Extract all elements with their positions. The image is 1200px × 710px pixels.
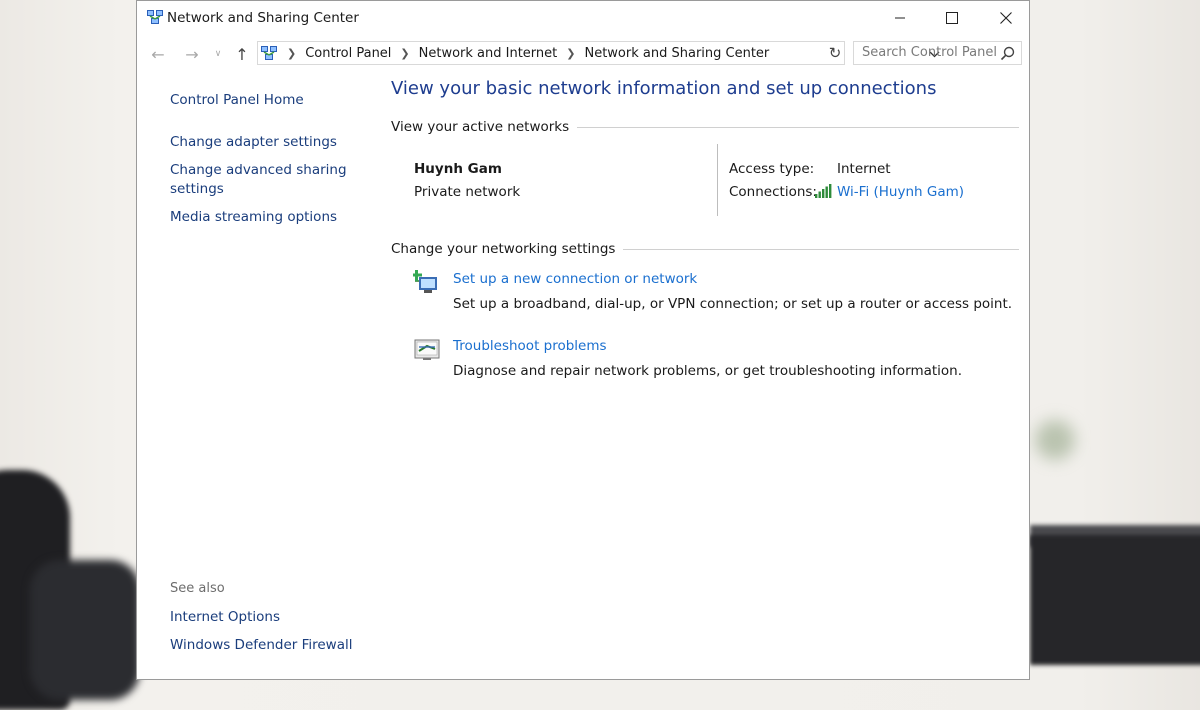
background-chair-base: [30, 560, 140, 700]
breadcrumb-control-panel[interactable]: Control Panel: [305, 46, 391, 61]
sidebar-item-change-advanced-sharing-settings[interactable]: Change advanced sharing settings: [170, 161, 360, 199]
network-name: Huynh Gam: [414, 161, 502, 177]
search-icon[interactable]: [1000, 46, 1015, 61]
background-cabinet: [1030, 535, 1200, 665]
search-placeholder: Search Control Panel: [862, 45, 997, 60]
access-type-label: Access type:: [729, 161, 815, 177]
troubleshoot-problems-description: Diagnose and repair network problems, or…: [453, 363, 963, 379]
minimize-icon: [895, 17, 905, 19]
refresh-button[interactable]: ↻: [823, 41, 847, 65]
sidebar-item-change-adapter-settings[interactable]: Change adapter settings: [170, 133, 337, 152]
see-also-label: See also: [170, 581, 225, 596]
connections-label: Connections:: [729, 184, 817, 200]
network-info-divider: [717, 144, 718, 216]
access-type-value: Internet: [837, 161, 891, 177]
network-center-icon: [261, 46, 277, 60]
back-button[interactable]: ←: [147, 43, 169, 65]
close-icon: [1000, 12, 1012, 24]
wifi-connection-link[interactable]: Wi-Fi (Huynh Gam): [837, 184, 964, 200]
network-category: Private network: [414, 184, 521, 200]
active-networks-heading-text: View your active networks: [391, 119, 570, 135]
control-panel-window: Network and Sharing Center ← → ∨ ↑ ❯ Con…: [136, 0, 1030, 680]
setup-new-connection-link[interactable]: Set up a new connection or network: [453, 271, 697, 287]
maximize-icon: [946, 12, 958, 24]
chevron-down-icon: ∨: [214, 49, 222, 59]
sidebar-item-internet-options[interactable]: Internet Options: [170, 608, 280, 627]
change-settings-heading: Change your networking settings: [391, 241, 1019, 257]
active-networks-heading: View your active networks: [391, 119, 1019, 135]
breadcrumb-separator-icon[interactable]: ❯: [287, 47, 296, 60]
up-button[interactable]: ↑: [231, 43, 253, 65]
window-title: Network and Sharing Center: [167, 10, 359, 26]
arrow-left-icon: ←: [151, 44, 165, 64]
arrow-right-icon: →: [185, 44, 199, 64]
navigation-bar: ← → ∨ ↑ ❯ Control Panel ❯ Network and In…: [137, 39, 1029, 69]
troubleshoot-icon: [414, 339, 440, 360]
close-button[interactable]: [979, 1, 1033, 35]
breadcrumb-separator-icon[interactable]: ❯: [400, 47, 409, 60]
breadcrumb-network-and-internet[interactable]: Network and Internet: [419, 46, 558, 61]
breadcrumb-network-and-sharing-center[interactable]: Network and Sharing Center: [584, 46, 769, 61]
wifi-signal-icon: [815, 184, 832, 198]
new-connection-icon: [413, 270, 437, 293]
arrow-up-icon: ↑: [235, 44, 249, 64]
sidebar-item-windows-defender-firewall[interactable]: Windows Defender Firewall: [170, 636, 353, 655]
refresh-icon: ↻: [828, 44, 842, 62]
section-divider: [623, 248, 1019, 250]
title-bar[interactable]: Network and Sharing Center: [137, 1, 1029, 37]
address-bar[interactable]: ❯ Control Panel ❯ Network and Internet ❯…: [257, 41, 939, 65]
sidebar-item-media-streaming-options[interactable]: Media streaming options: [170, 208, 337, 227]
search-input[interactable]: Search Control Panel: [853, 41, 1022, 65]
setup-new-connection-description: Set up a broadband, dial-up, or VPN conn…: [453, 296, 1013, 312]
minimize-button[interactable]: [873, 1, 927, 35]
breadcrumb-separator-icon[interactable]: ❯: [566, 47, 575, 60]
background-plant: [1035, 420, 1075, 460]
troubleshoot-problems-link[interactable]: Troubleshoot problems: [453, 338, 607, 354]
section-divider: [577, 126, 1019, 128]
change-settings-heading-text: Change your networking settings: [391, 241, 616, 257]
page-title: View your basic network information and …: [391, 78, 937, 99]
sidebar-item-control-panel-home[interactable]: Control Panel Home: [170, 91, 304, 110]
maximize-button[interactable]: [925, 1, 979, 35]
forward-button[interactable]: →: [181, 43, 203, 65]
network-center-icon: [147, 10, 163, 24]
recent-locations-button[interactable]: ∨: [211, 43, 225, 65]
